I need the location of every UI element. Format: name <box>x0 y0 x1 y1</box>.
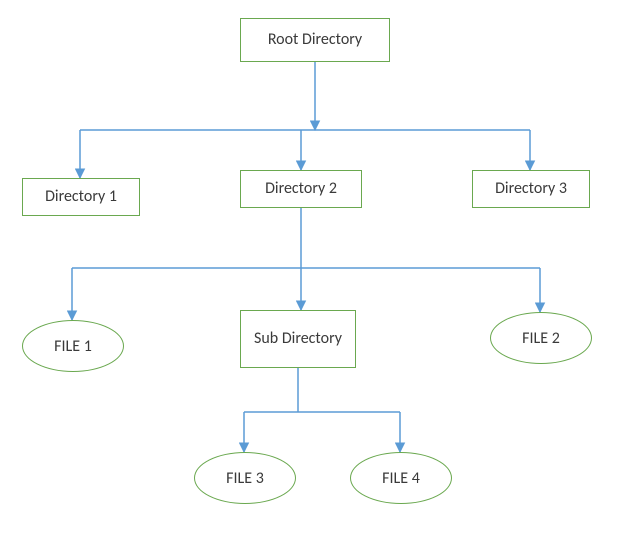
node-label: FILE 3 <box>226 469 264 488</box>
node-root-directory: Root Directory <box>240 18 390 62</box>
node-label: Directory 2 <box>265 179 337 198</box>
node-label: Root Directory <box>268 30 362 49</box>
node-label: FILE 2 <box>522 329 560 348</box>
edge-dir2-children <box>72 208 540 320</box>
node-file-4: FILE 4 <box>350 452 452 504</box>
node-directory-2: Directory 2 <box>240 170 362 208</box>
node-file-1: FILE 1 <box>22 320 124 372</box>
node-label: Directory 1 <box>45 187 117 206</box>
node-label: Directory 3 <box>495 179 567 198</box>
node-file-3: FILE 3 <box>194 452 296 504</box>
edge-subdir-children <box>244 368 400 452</box>
node-directory-3: Directory 3 <box>472 170 590 208</box>
connector-layer <box>0 0 628 541</box>
node-file-2: FILE 2 <box>490 312 592 364</box>
node-label: FILE 1 <box>54 337 92 356</box>
node-label: Sub Directory <box>254 329 342 348</box>
node-directory-1: Directory 1 <box>22 178 140 216</box>
node-sub-directory: Sub Directory <box>240 310 356 368</box>
node-label: FILE 4 <box>382 469 420 488</box>
edge-root-children <box>80 62 530 178</box>
